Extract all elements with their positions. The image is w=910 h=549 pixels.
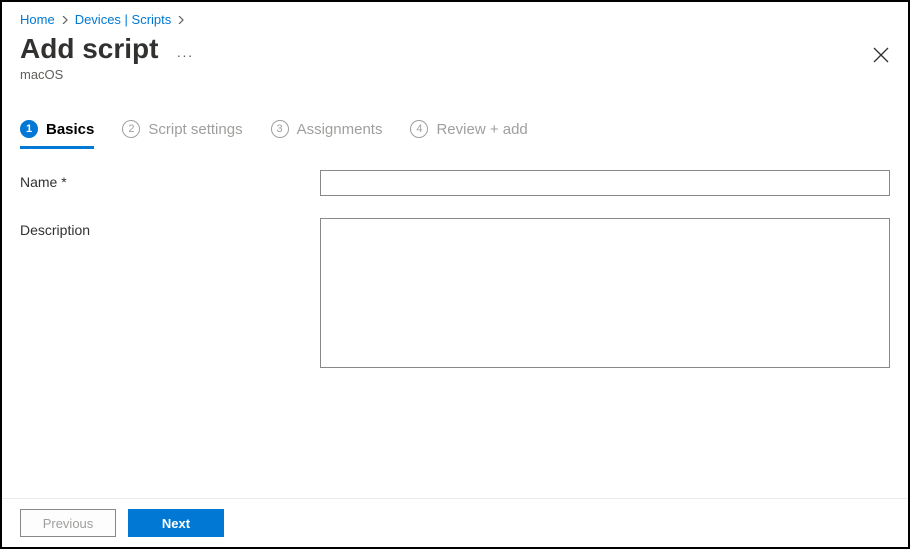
more-actions-button[interactable]: ··· [176,47,193,63]
page-subtitle: macOS [20,67,890,82]
chevron-right-icon [61,16,69,24]
step-assignments[interactable]: 3 Assignments [271,120,383,148]
step-number: 3 [271,120,289,138]
step-number: 2 [122,120,140,138]
chevron-right-icon [177,16,185,24]
breadcrumb-devices-scripts[interactable]: Devices | Scripts [75,12,172,27]
step-basics[interactable]: 1 Basics [20,120,94,149]
previous-button[interactable]: Previous [20,509,116,537]
next-button[interactable]: Next [128,509,224,537]
step-review-add[interactable]: 4 Review + add [410,120,527,148]
name-label: Name * [20,170,320,196]
page-frame: Home Devices | Scripts Add script ··· ma… [0,0,910,549]
step-label: Review + add [436,121,527,138]
breadcrumb: Home Devices | Scripts [20,12,890,27]
step-script-settings[interactable]: 2 Script settings [122,120,242,148]
step-label: Assignments [297,121,383,138]
breadcrumb-home[interactable]: Home [20,12,55,27]
description-label: Description [20,218,320,371]
description-textarea[interactable] [320,218,890,368]
step-label: Basics [46,121,94,138]
step-number: 4 [410,120,428,138]
close-button[interactable] [872,46,890,67]
name-input[interactable] [320,170,890,196]
step-number: 1 [20,120,38,138]
step-label: Script settings [148,121,242,138]
wizard-footer: Previous Next [2,498,908,547]
wizard-steps: 1 Basics 2 Script settings 3 Assignments… [20,120,890,148]
page-title: Add script [20,33,158,65]
